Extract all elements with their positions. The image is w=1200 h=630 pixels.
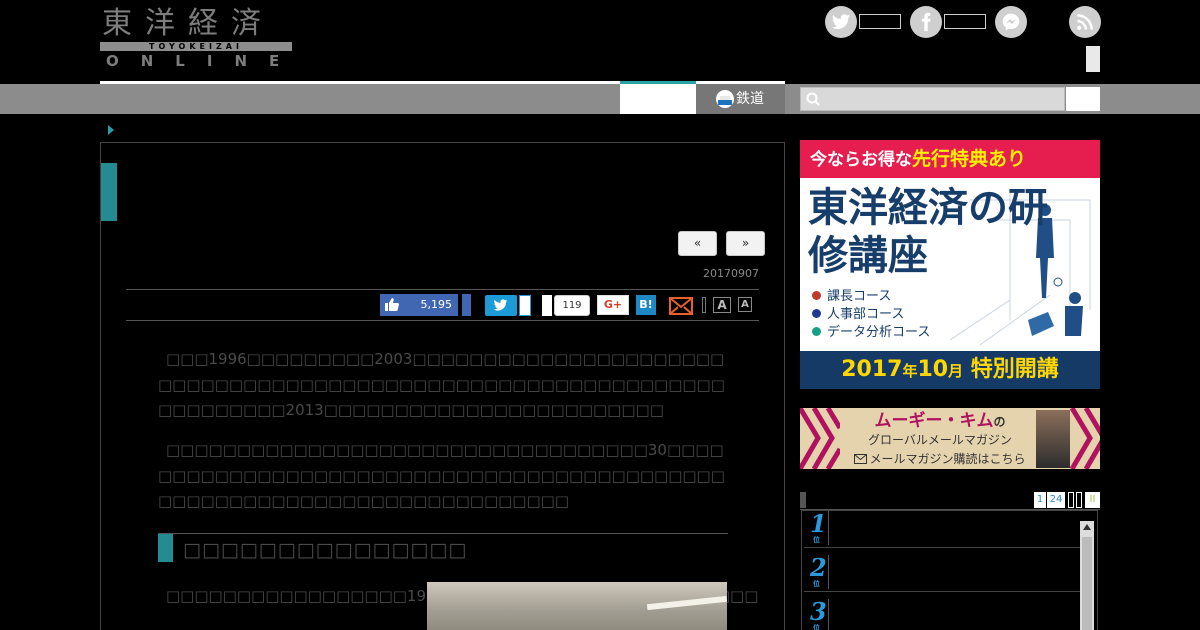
prev-page-button[interactable]: « [678,231,717,256]
ad1-course-item: 課長コース [812,288,930,306]
twitter-share-count [519,295,531,316]
logo-en-text: ONLINE [106,52,302,70]
nav-item-railway-label: 鉄道 [736,91,764,107]
facebook-like-count [944,14,986,29]
scroll-up-arrow-icon[interactable] [1083,524,1091,530]
hatena-bookmark-button[interactable]: B! [636,295,656,315]
ranking-number: 3位 [810,597,827,630]
global-nav: 鉄道 [0,84,1200,114]
ad1-course-list: 課長コース 人事部コース データ分析コース [812,288,930,342]
title-accent-bar [101,163,117,221]
ranking-separator [804,547,1082,548]
logo-sub-text: TOYOKEIZAI [100,42,292,51]
site-logo[interactable]: 東洋経済 TOYOKEIZAI ONLINE [100,6,292,70]
pocket-button[interactable] [542,295,552,316]
ranking-number: 2位 [810,553,827,588]
ad1-footer: 2017年10月 特別開講 [800,351,1100,389]
messenger-button[interactable] [995,6,1027,38]
ranking-widget: 1 24 II 1位 2位 3位 [800,490,1100,630]
ad1-header: 今ならお得な先行特典あり [800,140,1100,178]
ranking-item[interactable] [828,555,1080,589]
twitter-share-button[interactable] [485,295,517,316]
next-page-button[interactable]: » [726,231,765,256]
breadcrumb-arrow-icon [108,125,114,135]
bullet-dot-icon [812,327,821,336]
ranking-list: 1位 2位 3位 [801,510,1098,630]
print-button[interactable] [702,297,706,313]
section-heading: □□□□□□□□□□□□□□□ [183,539,468,561]
scrollbar-thumb[interactable] [1082,537,1092,630]
rss-button[interactable] [1069,6,1101,38]
train-icon [716,90,734,108]
ad1-header-highlight: 先行特典あり [912,148,1027,170]
article-date: 20170907 [703,267,759,280]
rss-icon [1077,14,1093,30]
ad2-left-chevron-icon [800,408,840,469]
pocket-count: 119 [554,295,590,316]
ad1-course-item: データ分析コース [812,324,930,342]
header-menu-button[interactable] [1086,46,1100,72]
twitter-follow-count [859,14,901,29]
section-rule [158,533,728,534]
ranking-separator [804,591,1082,592]
ranking-more-button[interactable]: II [1085,492,1100,508]
ranking-tab-marker [800,492,806,508]
article-paragraph-3: □□□□□□□□□□□□□□□□□1995□□□□□PHS□□□□□□□□□□□… [158,584,758,609]
photo-light [646,595,728,611]
thumbs-up-icon [385,298,399,311]
twitter-icon [831,14,851,30]
share-top-rule [126,289,759,290]
font-size-small-button[interactable]: A [738,297,752,312]
ranking-tab-button[interactable] [1068,492,1074,508]
gplus-share-button[interactable]: G+ [597,295,629,315]
font-size-large-button[interactable]: A [713,297,731,313]
twitter-follow-button[interactable] [825,6,857,38]
envelope-icon [854,454,868,464]
ad2-newsletter-name: グローバルメールマガジン [868,433,1012,447]
ad2-cta: メールマガジン購読はこちら [840,451,1040,467]
article-paragraph-1: □□□1996□□□□□□□□□2003□□□□□□□□□□□□□□□□□□□□… [158,350,725,419]
facebook-share-count: 5,195 [420,298,453,311]
training-course-ad[interactable]: 今ならお得な先行特典あり 東洋経済の研修講座 課長コース 人事部コース データ分… [800,140,1100,389]
share-bottom-rule [126,320,759,321]
ranking-page-1-button[interactable]: 1 [1034,492,1046,508]
facebook-share-button[interactable]: 5,195 [380,294,458,316]
ranking-scrollbar[interactable] [1080,521,1094,630]
search-icon [806,92,820,106]
mail-share-icon[interactable] [669,297,693,315]
search-button[interactable] [1066,87,1100,111]
ranking-tab-button[interactable] [1076,492,1082,508]
ad2-author: ムーギー・キムの [874,411,1006,431]
article-container: « » 20170907 5,195 119 G+ B! A A □□□1996… [100,142,785,630]
facebook-icon [921,12,931,32]
ad1-header-pre: 今ならお得な [810,150,912,170]
ad1-course-item: 人事部コース [812,306,930,324]
logo-jp-text: 東洋経済 [102,6,274,41]
messenger-icon [1002,13,1020,31]
article-paragraph-2: □□□□□□□□□□□□□□□□□□□□□□□□□□□□□□□□□□30□□□□… [158,441,725,510]
bullet-dot-icon [812,309,821,318]
nav-item-active[interactable] [620,84,696,114]
ranking-number: 1位 [810,509,827,544]
nav-item-railway[interactable]: 鉄道 [696,84,785,114]
search-input[interactable] [800,87,1065,111]
ranking-period-button[interactable]: 24 [1047,492,1065,508]
twitter-share-icon [493,299,508,311]
article-photo [427,582,728,630]
newsletter-ad[interactable]: ムーギー・キムの グローバルメールマガジン メールマガジン購読はこちら [800,408,1100,469]
ad1-title: 東洋経済の研修講座 [808,185,1048,279]
bullet-dot-icon [812,291,821,300]
section-accent-bar [158,534,173,562]
ad2-portrait [1036,410,1070,468]
ranking-item[interactable] [828,599,1080,630]
facebook-like-page-button[interactable] [910,6,942,38]
ranking-item[interactable] [828,511,1080,545]
facebook-share-extra[interactable] [462,294,471,316]
